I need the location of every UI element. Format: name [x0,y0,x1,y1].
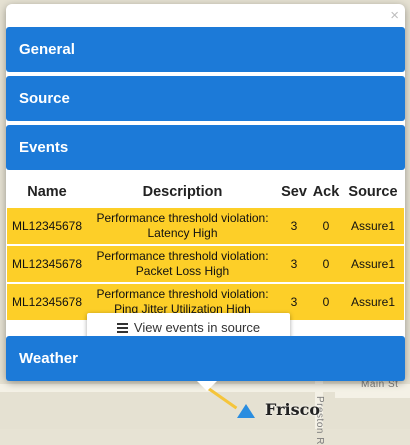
section-general-label: General [19,41,75,58]
cell-description: Performance threshold violation: Packet L… [87,246,278,282]
close-icon[interactable]: × [390,8,399,23]
section-source-header[interactable]: Source [6,76,405,121]
section-source-label: Source [19,90,70,107]
column-header-source[interactable]: Source [342,178,404,206]
cell-ack: 0 [310,284,342,320]
section-events-header[interactable]: Events [6,125,405,170]
section-weather-header[interactable]: Weather [6,336,405,381]
description-line: Latency High [147,226,218,240]
info-popup: × General Source Events Name Description… [6,4,405,381]
table-row[interactable]: ML12345678 Performance threshold violati… [7,246,404,282]
column-header-sev[interactable]: Sev [278,178,310,206]
view-events-label: View events in source [133,320,261,335]
cell-ack: 0 [310,246,342,282]
cell-source: Assure1 [342,246,404,282]
cell-name: ML12345678 [7,284,87,320]
cell-source: Assure1 [342,208,404,244]
section-general-header[interactable]: General [6,27,405,72]
description-line: Performance threshold violation: [96,249,269,263]
map-marker-icon[interactable] [237,404,255,418]
cell-name: ML12345678 [7,246,87,282]
cell-source: Assure1 [342,284,404,320]
cell-sev: 3 [278,246,310,282]
description-line: Performance threshold violation: [96,211,269,225]
city-label: Frisco [265,400,321,419]
events-table: Name Description Sev Ack Source ML123456… [7,176,404,322]
list-icon [116,322,128,333]
cell-sev: 3 [278,208,310,244]
cell-name: ML12345678 [7,208,87,244]
column-header-description[interactable]: Description [87,178,278,206]
table-header-row: Name Description Sev Ack Source [7,178,404,206]
map-road [335,392,410,398]
section-weather-label: Weather [19,350,78,367]
column-header-name[interactable]: Name [7,178,87,206]
cell-ack: 0 [310,208,342,244]
table-row[interactable]: ML12345678 Performance threshold violati… [7,208,404,244]
description-line: Packet Loss High [135,264,230,278]
cell-description: Performance threshold violation: Latency … [87,208,278,244]
events-panel: Name Description Sev Ack Source ML123456… [6,176,405,322]
column-header-ack[interactable]: Ack [310,178,342,206]
section-events-label: Events [19,139,69,156]
popup-pointer [197,381,217,391]
description-line: Performance threshold violation: [96,287,269,301]
